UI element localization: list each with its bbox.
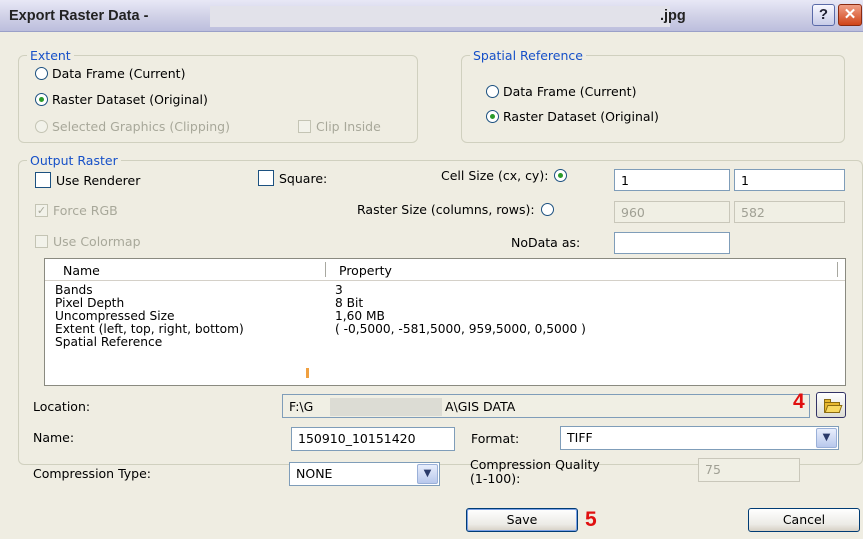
force-rgb-label: Force RGB — [53, 203, 118, 218]
checkbox-icon[interactable] — [35, 235, 48, 248]
title-bar[interactable]: Export Raster Data - .jpg ? ✕ — [0, 0, 863, 32]
name-input[interactable]: 150910_10151420 — [291, 427, 455, 451]
radio-icon[interactable] — [540, 203, 554, 216]
radio-checked-icon[interactable] — [486, 110, 499, 123]
cancel-button[interactable]: Cancel — [748, 508, 860, 532]
spatial-data-frame-radio[interactable]: Data Frame (Current) — [486, 84, 636, 99]
browse-folder-button[interactable] — [816, 392, 846, 418]
use-colormap-label: Use Colormap — [53, 234, 141, 249]
location-label: Location: — [33, 399, 91, 414]
spatial-data-frame-label: Data Frame (Current) — [503, 84, 637, 99]
help-button[interactable]: ? — [812, 4, 835, 26]
extent-data-frame-radio[interactable]: Data Frame (Current) — [35, 66, 185, 81]
cell-size-x-input[interactable]: 1 — [614, 169, 730, 191]
use-colormap-checkbox[interactable]: Use Colormap — [35, 234, 141, 249]
format-value: TIFF — [567, 430, 593, 445]
chevron-down-icon[interactable]: ▼ — [417, 464, 438, 484]
export-raster-dialog: Export Raster Data - .jpg ? ✕ Extent Dat… — [0, 0, 863, 539]
raster-size-radio[interactable]: Raster Size (columns, rows): — [357, 202, 558, 217]
checkbox-checked-icon[interactable]: ✓ — [35, 204, 48, 217]
format-label: Format: — [471, 431, 520, 446]
title-redaction — [210, 6, 670, 27]
checkbox-icon[interactable] — [35, 172, 51, 188]
raster-columns-input[interactable]: 960 — [614, 201, 730, 223]
nodata-input[interactable] — [614, 232, 730, 254]
force-rgb-checkbox[interactable]: ✓ Force RGB — [35, 203, 118, 218]
compression-quality-label-line2: (1-100): — [470, 471, 521, 486]
name-label: Name: — [33, 430, 75, 445]
radio-icon[interactable] — [35, 67, 48, 80]
close-button[interactable]: ✕ — [838, 4, 862, 26]
clip-inside-checkbox[interactable]: Clip Inside — [298, 119, 381, 134]
checkbox-icon[interactable] — [298, 120, 311, 133]
extent-selected-graphics-label: Selected Graphics (Clipping) — [52, 119, 230, 134]
compression-type-value: NONE — [296, 466, 333, 481]
compression-quality-label-line1: Compression Quality — [470, 457, 600, 472]
cell-size-label: Cell Size (cx, cy): — [441, 168, 549, 183]
raster-rows-input[interactable]: 582 — [734, 201, 845, 223]
window-title: Export Raster Data - — [9, 8, 149, 24]
radio-icon[interactable] — [486, 85, 499, 98]
column-separator[interactable] — [837, 262, 838, 277]
compression-quality-input[interactable]: 75 — [698, 458, 800, 482]
raster-size-label: Raster Size (columns, rows): — [357, 202, 535, 217]
property-list-header: Name Property — [45, 259, 845, 281]
radio-icon[interactable] — [35, 120, 48, 133]
checkbox-icon[interactable] — [258, 170, 274, 186]
compression-type-label: Compression Type: — [33, 466, 152, 481]
folder-icon — [824, 405, 843, 413]
compression-quality-label: Compression Quality (1-100): — [470, 458, 600, 486]
chevron-down-icon[interactable]: ▼ — [816, 428, 837, 448]
extent-raster-dataset-label: Raster Dataset (Original) — [52, 92, 208, 107]
window-title-extension: .jpg — [660, 8, 686, 24]
use-renderer-checkbox[interactable]: Use Renderer — [35, 172, 140, 188]
use-renderer-label: Use Renderer — [56, 172, 141, 188]
extent-legend: Extent — [27, 48, 74, 63]
radio-checked-icon[interactable] — [35, 93, 48, 106]
property-name: Spatial Reference — [55, 335, 163, 349]
cell-size-y-input[interactable]: 1 — [734, 169, 845, 191]
extent-selected-graphics-radio[interactable]: Selected Graphics (Clipping) — [35, 119, 230, 134]
step-5-annotation: 5 — [585, 508, 597, 531]
extent-data-frame-label: Data Frame (Current) — [52, 66, 186, 81]
location-prefix: F:\G — [289, 399, 314, 414]
column-header-property[interactable]: Property — [339, 263, 392, 278]
spatial-reference-group: Spatial Reference — [461, 48, 845, 143]
square-checkbox[interactable]: Square: — [258, 170, 327, 186]
cursor-mark — [306, 368, 309, 378]
nodata-label: NoData as: — [511, 235, 581, 250]
property-value: ( -0,5000, -581,5000, 959,5000, 0,5000 ) — [335, 322, 586, 336]
save-button[interactable]: Save — [466, 508, 578, 532]
column-separator[interactable] — [325, 262, 326, 277]
location-redaction — [330, 398, 442, 416]
output-raster-legend: Output Raster — [27, 153, 121, 168]
spatial-reference-legend: Spatial Reference — [470, 48, 586, 63]
clip-inside-label: Clip Inside — [316, 119, 381, 134]
column-header-name[interactable]: Name — [63, 263, 100, 278]
spatial-raster-dataset-label: Raster Dataset (Original) — [503, 109, 659, 124]
extent-raster-dataset-radio[interactable]: Raster Dataset (Original) — [35, 92, 208, 107]
square-label: Square: — [279, 170, 328, 186]
spatial-raster-dataset-radio[interactable]: Raster Dataset (Original) — [486, 109, 659, 124]
cell-size-radio[interactable]: Cell Size (cx, cy): — [441, 168, 571, 183]
location-suffix: A\GIS DATA — [445, 399, 516, 414]
property-list[interactable]: Name Property Bands 3 Pixel Depth 8 Bit … — [44, 258, 846, 386]
step-4-annotation: 4 — [793, 390, 805, 413]
compression-type-select[interactable]: NONE ▼ — [289, 462, 440, 486]
radio-checked-icon[interactable] — [554, 169, 568, 182]
format-select[interactable]: TIFF ▼ — [560, 426, 839, 450]
